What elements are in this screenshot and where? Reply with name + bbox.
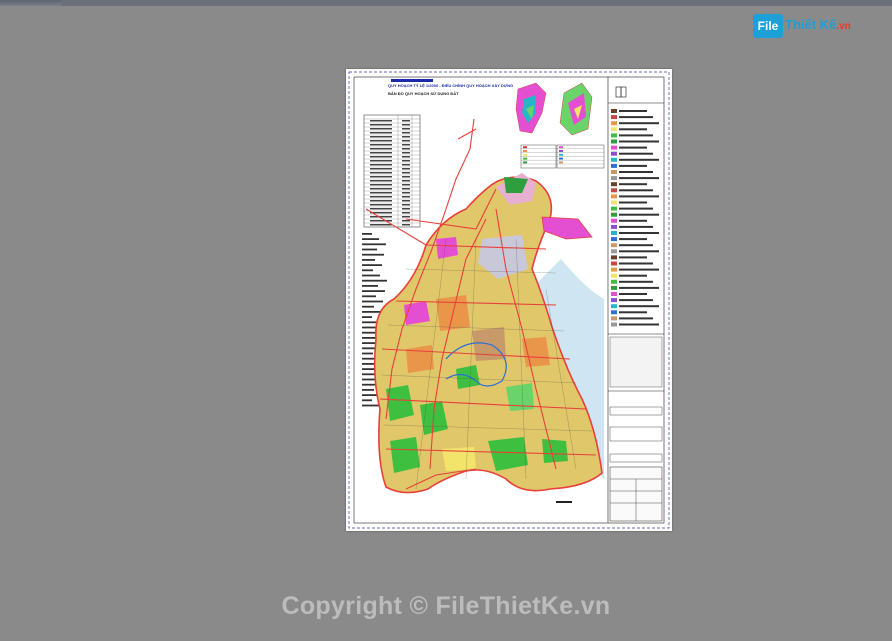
legend-column [608,86,664,522]
sheet-title-sub: BẢN ĐỒ QUY HOẠCH SỬ DỤNG ĐẤT [388,91,459,96]
logo-badge: File [753,14,783,38]
scale-bar [556,501,572,503]
window-edge [62,0,892,6]
legend-table [609,336,663,388]
logo-text: Thiết Kế.vn [785,17,851,32]
title-bar [391,79,433,82]
inset-map-1 [515,82,547,134]
drawing-sheet[interactable]: QUY HOẠCH TỶ LỆ 1/2000 - ĐIỀU CHỈNH QUY … [346,69,672,531]
copyright-watermark: Copyright © FileThietKe.vn [281,592,611,620]
logo-tld: .vn [836,21,851,32]
plan-drawing [348,71,670,529]
sheet-title-main: QUY HOẠCH TỶ LỆ 1/2000 - ĐIỀU CHỈNH QUY … [388,83,514,88]
site-logo: File Thiết Kế.vn [753,14,861,40]
logo-name: Thiết Kế [785,17,837,32]
inset-legend [520,144,605,169]
inset-map-2 [559,82,593,136]
land-use-table [363,114,421,228]
